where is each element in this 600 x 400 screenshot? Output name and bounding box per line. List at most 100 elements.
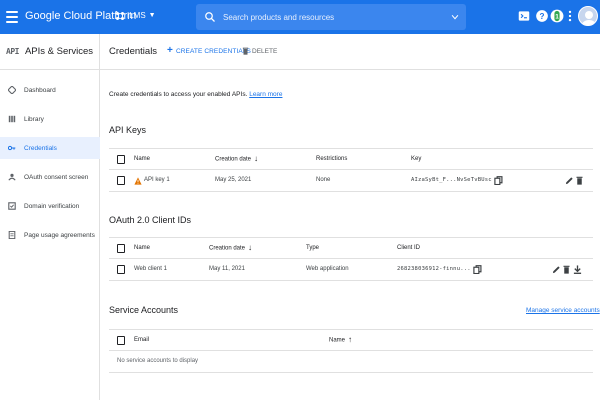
avatar[interactable]	[578, 6, 598, 26]
api-key-creation-date: May 25, 2021	[215, 177, 252, 183]
page-header: Credentials + CREATE CREDENTIALS DELETE	[100, 34, 600, 70]
manage-service-accounts-link[interactable]: Manage service accounts	[526, 307, 600, 314]
learn-more-link[interactable]: Learn more	[249, 91, 282, 98]
svg-text:1: 1	[555, 14, 559, 21]
column-header-creation-date[interactable]: Creation date ↓	[215, 154, 259, 163]
sidebar-item-library[interactable]: Library	[0, 108, 100, 130]
more-vert-icon[interactable]	[567, 9, 573, 23]
api-key-name-link[interactable]: API key 1	[144, 177, 170, 183]
cloud-shell-icon[interactable]	[517, 9, 531, 23]
api-badge: API	[6, 47, 19, 56]
search-icon	[205, 12, 215, 22]
create-credentials-button[interactable]: + CREATE CREDENTIALS	[167, 45, 251, 56]
select-all-checkbox[interactable]	[117, 155, 125, 164]
project-name: ILMS	[127, 11, 146, 20]
project-selector[interactable]: ILMS ▼	[116, 11, 156, 20]
empty-state-text: No service accounts to display	[117, 358, 199, 364]
arrow-down-icon: ↓	[254, 154, 259, 163]
sidebar-item-label: Library	[24, 115, 44, 123]
edit-icon[interactable]	[565, 176, 574, 185]
api-key-restrictions: None	[316, 177, 331, 183]
table-header-row: Name Creation date ↓ Type Client ID	[109, 237, 593, 259]
sidebar-item-dashboard[interactable]: Dashboard	[0, 79, 100, 101]
help-icon[interactable]: ?	[535, 9, 549, 23]
column-header-key[interactable]: Key	[411, 156, 421, 162]
delete-button[interactable]: DELETE	[242, 47, 277, 55]
table-header-row: Name Creation date ↓ Restrictions Key	[109, 148, 593, 170]
column-header-email[interactable]: Email	[134, 337, 149, 343]
column-header-label: Creation date	[209, 245, 246, 252]
edit-icon[interactable]	[552, 265, 561, 274]
column-header-label: Creation date	[215, 156, 252, 163]
api-key-value: AIzaSyBt_F...NvSeTvBUsc	[411, 177, 492, 183]
sidebar-item-credentials[interactable]: Credentials	[0, 137, 100, 159]
settings-doc-icon	[8, 231, 16, 239]
trash-icon[interactable]	[575, 176, 584, 185]
trash-icon[interactable]	[562, 265, 571, 274]
sidebar-header: API APIs & Services	[0, 34, 99, 70]
search-placeholder: Search products and resources	[223, 12, 335, 22]
checkbox-icon	[8, 202, 16, 210]
delete-label: DELETE	[252, 47, 278, 55]
oauth-client-name-link[interactable]: Web client 1	[134, 266, 167, 272]
column-header-type[interactable]: Type	[306, 245, 319, 251]
empty-state-row: No service accounts to display	[109, 351, 593, 373]
arrow-up-icon: ↑	[348, 335, 353, 344]
sidebar-item-label: Dashboard	[24, 86, 56, 94]
top-bar: Google Cloud Platform ILMS ▼ Search prod…	[0, 0, 600, 34]
oauth-client-creation-date: May 11, 2021	[209, 266, 245, 272]
consent-icon	[8, 173, 16, 181]
column-header-client-id[interactable]: Client ID	[397, 245, 420, 251]
select-all-checkbox[interactable]	[117, 336, 125, 345]
sidebar-item-page-usage[interactable]: Page usage agreements	[0, 224, 100, 246]
sidebar-item-label: Domain verification	[24, 202, 80, 210]
copy-icon[interactable]	[494, 176, 503, 185]
column-header-name[interactable]: Name ↑	[329, 335, 353, 344]
page-title: Credentials	[109, 46, 158, 57]
download-icon[interactable]	[573, 265, 582, 274]
intro-message: Create credentials to access your enable…	[109, 91, 248, 98]
menu-icon[interactable]	[6, 10, 18, 24]
sidebar-item-oauth-consent[interactable]: OAuth consent screen	[0, 166, 100, 188]
oauth-client-id: 268238036912-finnu...	[397, 266, 471, 272]
row-checkbox[interactable]	[117, 176, 125, 185]
plus-icon: +	[167, 45, 173, 56]
chevron-down-icon[interactable]	[450, 12, 460, 22]
intro-text: Create credentials to access your enable…	[109, 91, 282, 98]
project-dots-icon	[116, 11, 124, 20]
library-icon	[8, 115, 16, 123]
search-bar[interactable]: Search products and resources	[196, 4, 466, 30]
sidebar-item-label: Page usage agreements	[24, 231, 95, 239]
column-header-name[interactable]: Name	[134, 156, 150, 162]
api-keys-table: Name Creation date ↓ Restrictions Key API…	[109, 148, 593, 192]
oauth-client-type: Web application	[306, 266, 349, 272]
oauth-clients-title: OAuth 2.0 Client IDs	[109, 215, 192, 225]
service-accounts-table: Email Name ↑ No service accounts to displ…	[109, 329, 593, 373]
column-header-restrictions[interactable]: Restrictions	[316, 156, 347, 162]
create-credentials-label: CREATE CREDENTIALS	[175, 47, 251, 55]
oauth-clients-table: Name Creation date ↓ Type Client ID Web c…	[109, 237, 593, 281]
sidebar-item-domain-verification[interactable]: Domain verification	[0, 195, 100, 217]
service-accounts-title: Service Accounts	[109, 305, 179, 315]
caret-down-icon: ▼	[148, 12, 156, 19]
arrow-down-icon: ↓	[248, 243, 253, 252]
sidebar-title: APIs & Services	[24, 46, 94, 57]
notifications-badge-icon[interactable]: 1	[549, 7, 565, 25]
warning-icon	[134, 177, 142, 185]
table-row: API key 1 May 25, 2021 None AIzaSyBt_F..…	[109, 170, 593, 192]
key-icon	[8, 144, 16, 152]
dashboard-icon	[8, 86, 16, 94]
trash-icon	[242, 47, 249, 55]
copy-icon[interactable]	[473, 265, 482, 274]
sidebar: API APIs & Services Dashboard Library Cr…	[0, 34, 100, 400]
select-all-checkbox[interactable]	[117, 244, 125, 253]
row-checkbox[interactable]	[117, 265, 125, 274]
sidebar-item-label: Credentials	[24, 144, 57, 152]
api-keys-title: API Keys	[109, 125, 147, 135]
column-header-creation-date[interactable]: Creation date ↓	[209, 243, 253, 252]
table-row: Web client 1 May 11, 2021 Web applicatio…	[109, 259, 593, 281]
column-header-name[interactable]: Name	[134, 245, 150, 251]
table-header-row: Email Name ↑	[109, 329, 593, 351]
sidebar-item-label: OAuth consent screen	[24, 173, 89, 181]
column-header-label: Name	[329, 337, 346, 344]
